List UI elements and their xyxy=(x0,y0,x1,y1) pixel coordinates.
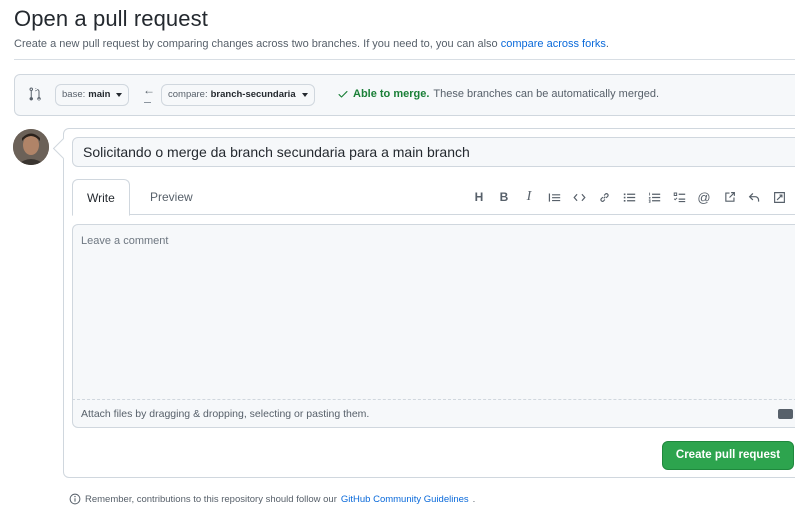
guidelines-text: Remember, contributions to this reposito… xyxy=(85,493,337,505)
unordered-list-icon[interactable] xyxy=(618,187,640,207)
create-pull-request-button[interactable]: Create pull request xyxy=(662,441,794,470)
page-subtitle: Create a new pull request by comparing c… xyxy=(14,38,609,50)
link-icon[interactable] xyxy=(593,187,615,207)
fullscreen-icon[interactable] xyxy=(768,187,790,207)
heading-icon[interactable]: H xyxy=(468,187,490,207)
caret-down-icon xyxy=(116,93,123,97)
pull-request-form: Solicitando o merge da branch secundaria… xyxy=(63,128,795,478)
attach-files-text: Attach files by dragging & dropping, sel… xyxy=(81,408,370,420)
quote-icon[interactable] xyxy=(543,187,565,207)
avatar[interactable] xyxy=(13,129,49,165)
comment-textarea[interactable]: Leave a comment xyxy=(72,224,795,400)
pr-title-input[interactable]: Solicitando o merge da branch secundaria… xyxy=(72,137,795,167)
compare-value: branch-secundaria xyxy=(210,89,296,100)
compare-across-forks-link[interactable]: compare across forks xyxy=(501,38,606,50)
ordered-list-icon[interactable] xyxy=(643,187,665,207)
info-icon xyxy=(69,493,81,505)
bold-icon[interactable]: B xyxy=(493,187,515,207)
subtitle-end: . xyxy=(605,38,609,50)
base-branch-select[interactable]: base: main xyxy=(55,84,130,106)
compare-label: compare: xyxy=(168,89,208,100)
base-value: main xyxy=(88,89,111,100)
caret-down-icon xyxy=(301,93,308,97)
community-guidelines-link[interactable]: GitHub Community Guidelines xyxy=(341,494,469,505)
page-title: Open a pull request xyxy=(14,6,208,31)
base-label: base: xyxy=(62,89,86,100)
editor-tabs: Write Preview H B I @ xyxy=(72,179,795,216)
compare-arrows-icon xyxy=(29,87,41,101)
compare-bar: base: main ← compare: branch-secundaria … xyxy=(14,74,795,116)
comment-placeholder: Leave a comment xyxy=(81,235,169,247)
tab-write[interactable]: Write xyxy=(72,179,130,216)
markdown-icon xyxy=(778,409,793,419)
merge-ok-text: Able to merge. xyxy=(353,88,430,100)
merge-status: Able to merge. These branches can be aut… xyxy=(337,88,659,100)
check-icon xyxy=(338,91,348,98)
task-list-icon[interactable] xyxy=(668,187,690,207)
avatar-image xyxy=(13,129,49,165)
header-divider xyxy=(14,59,795,60)
compare-branch-select[interactable]: compare: branch-secundaria xyxy=(161,84,315,106)
arrow-left-icon: ← xyxy=(143,83,155,103)
mention-icon[interactable]: @ xyxy=(693,187,715,207)
guidelines-end: . xyxy=(472,493,476,505)
subtitle-text: Create a new pull request by comparing c… xyxy=(14,38,501,50)
tab-preview[interactable]: Preview xyxy=(136,179,207,216)
attach-files-area[interactable]: Attach files by dragging & dropping, sel… xyxy=(72,400,795,428)
italic-icon[interactable]: I xyxy=(518,187,540,207)
guidelines-note: Remember, contributions to this reposito… xyxy=(69,493,475,505)
code-icon[interactable] xyxy=(568,187,590,207)
markdown-toolbar: H B I @ xyxy=(468,187,793,207)
reply-icon[interactable] xyxy=(743,187,765,207)
cross-reference-icon[interactable] xyxy=(718,187,740,207)
merge-desc-text: These branches can be automatically merg… xyxy=(433,88,660,100)
